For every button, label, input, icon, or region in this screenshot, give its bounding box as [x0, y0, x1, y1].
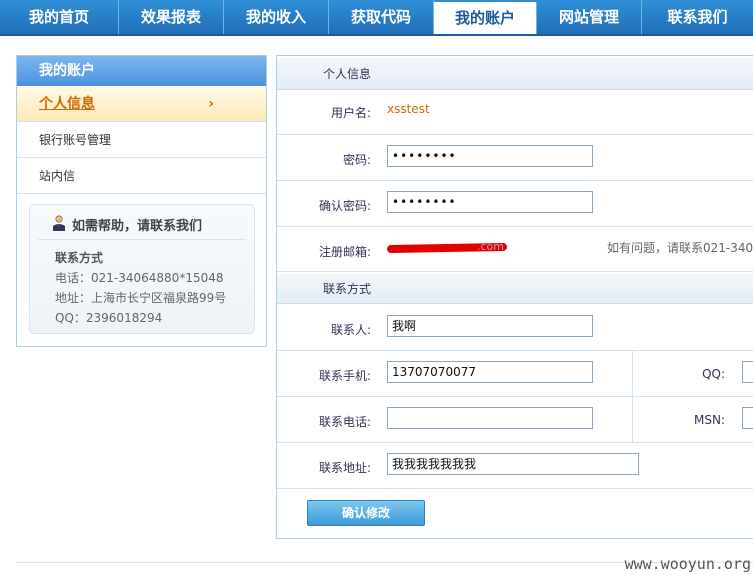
help-phone: 电话：021-34064880*15048 [55, 271, 224, 285]
contact-person-label: 联系人: [330, 323, 371, 337]
password-field[interactable]: •••••••• [387, 145, 593, 167]
email-help-note: 如有问题，请联系021-3406 [607, 241, 753, 255]
address-label: 联系地址: [318, 461, 371, 475]
email-label: 注册邮箱: [318, 245, 371, 259]
section-contact-info: 联系方式 [277, 274, 753, 304]
row-mobile: 联系手机: 13707070077 QQ: [277, 351, 753, 397]
section-personal-info: 个人信息 [277, 58, 753, 90]
sidebar-item-messages[interactable]: 站内信 [17, 159, 266, 194]
nav-home[interactable]: 我的首页 [0, 0, 119, 34]
column-divider [632, 351, 633, 396]
row-contact-person: 联系人: 我啊 [277, 305, 753, 351]
msn-input[interactable] [742, 407, 753, 429]
confirm-password-label: 确认密码: [318, 199, 371, 213]
row-email: 注册邮箱: .com 如有问题，请联系021-3406 [277, 227, 753, 272]
column-divider [632, 397, 633, 442]
help-divider [38, 239, 246, 240]
sidebar-item-label: 银行账号管理 [39, 133, 112, 147]
confirm-password-field[interactable]: •••••••• [387, 191, 593, 213]
nav-contact-us[interactable]: 联系我们 [642, 0, 753, 34]
nav-income[interactable]: 我的收入 [224, 0, 329, 34]
contact-person-input[interactable]: 我啊 [387, 315, 593, 337]
help-contact-title: 联系方式 [55, 251, 104, 265]
row-confirm-password: 确认密码: •••••••• [277, 181, 753, 227]
sidebar-item-label: 站内信 [39, 169, 76, 183]
nav-get-code[interactable]: 获取代码 [329, 0, 434, 34]
nav-site-manage[interactable]: 网站管理 [537, 0, 642, 34]
confirm-modify-button[interactable]: 确认修改 [307, 500, 425, 526]
account-sidebar: 我的账户 个人信息 › 银行账号管理 站内信 如需帮助，请联系我们 联系方式 电… [16, 55, 267, 347]
account-form-panel: 个人信息 用户名: xsstest 密码: •••••••• 确认密码: •••… [276, 55, 753, 539]
password-label: 密码: [342, 153, 371, 167]
row-username: 用户名: xsstest [277, 90, 753, 135]
help-address: 地址：上海市长宁区福泉路99号 [55, 291, 227, 305]
msn-label: MSN: [694, 413, 725, 427]
email-partial: .com [477, 240, 504, 253]
phone-input[interactable] [387, 407, 593, 429]
row-password: 密码: •••••••• [277, 135, 753, 181]
username-value: xsstest [387, 102, 430, 116]
nav-my-account[interactable]: 我的账户 [434, 2, 537, 34]
row-phone: 联系电话: MSN: [277, 397, 753, 443]
sidebar-item-bank-account[interactable]: 银行账号管理 [17, 123, 266, 158]
row-address: 联系地址: 我我我我我我我 [277, 443, 753, 489]
sidebar-item-personal-info[interactable]: 个人信息 › [17, 87, 266, 122]
qq-label: QQ: [702, 367, 725, 381]
help-box: 如需帮助，请联系我们 联系方式 电话：021-34064880*15048 地址… [29, 204, 255, 334]
chevron-right-icon: › [208, 96, 214, 112]
sidebar-title: 我的账户 [17, 56, 266, 86]
phone-label: 联系电话: [318, 415, 371, 429]
sidebar-item-label: 个人信息 [39, 96, 95, 112]
help-title: 如需帮助，请联系我们 [72, 219, 203, 234]
mobile-label: 联系手机: [318, 369, 371, 383]
top-nav: 我的首页 效果报表 我的收入 获取代码 我的账户 网站管理 联系我们 [0, 0, 753, 36]
help-qq: QQ：2396018294 [55, 311, 163, 325]
support-person-icon [53, 215, 65, 231]
username-label: 用户名: [330, 106, 371, 120]
qq-input[interactable] [742, 361, 753, 383]
nav-reports[interactable]: 效果报表 [119, 0, 224, 34]
watermark: www.wooyun.org [624, 555, 751, 573]
address-input[interactable]: 我我我我我我我 [387, 453, 639, 475]
mobile-input[interactable]: 13707070077 [387, 361, 593, 383]
